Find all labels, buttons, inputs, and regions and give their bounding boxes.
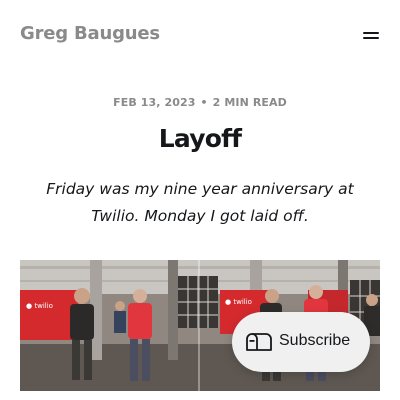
twilio-sign: ● twilio [225, 298, 252, 306]
mailbox-icon [246, 333, 272, 351]
site-title-link[interactable]: Greg Baugues [20, 23, 160, 44]
hamburger-menu-icon[interactable] [362, 27, 380, 43]
post-title: Layoff [158, 124, 242, 153]
post-read-time: 2 MIN READ [212, 96, 287, 109]
twilio-sign: ● twilio [26, 302, 53, 310]
post-meta: FEB 13, 2023 • 2 MIN READ [0, 96, 400, 109]
subscribe-button[interactable]: Subscribe [232, 312, 370, 372]
post-excerpt: Friday was my nine year anniversary at T… [46, 180, 354, 225]
menu-line [363, 32, 379, 34]
menu-line [363, 37, 379, 39]
site-header: Greg Baugues [20, 22, 380, 48]
post-date: FEB 13, 2023 [113, 96, 196, 109]
meta-separator: • [200, 96, 208, 109]
subscribe-label: Subscribe [279, 332, 351, 349]
